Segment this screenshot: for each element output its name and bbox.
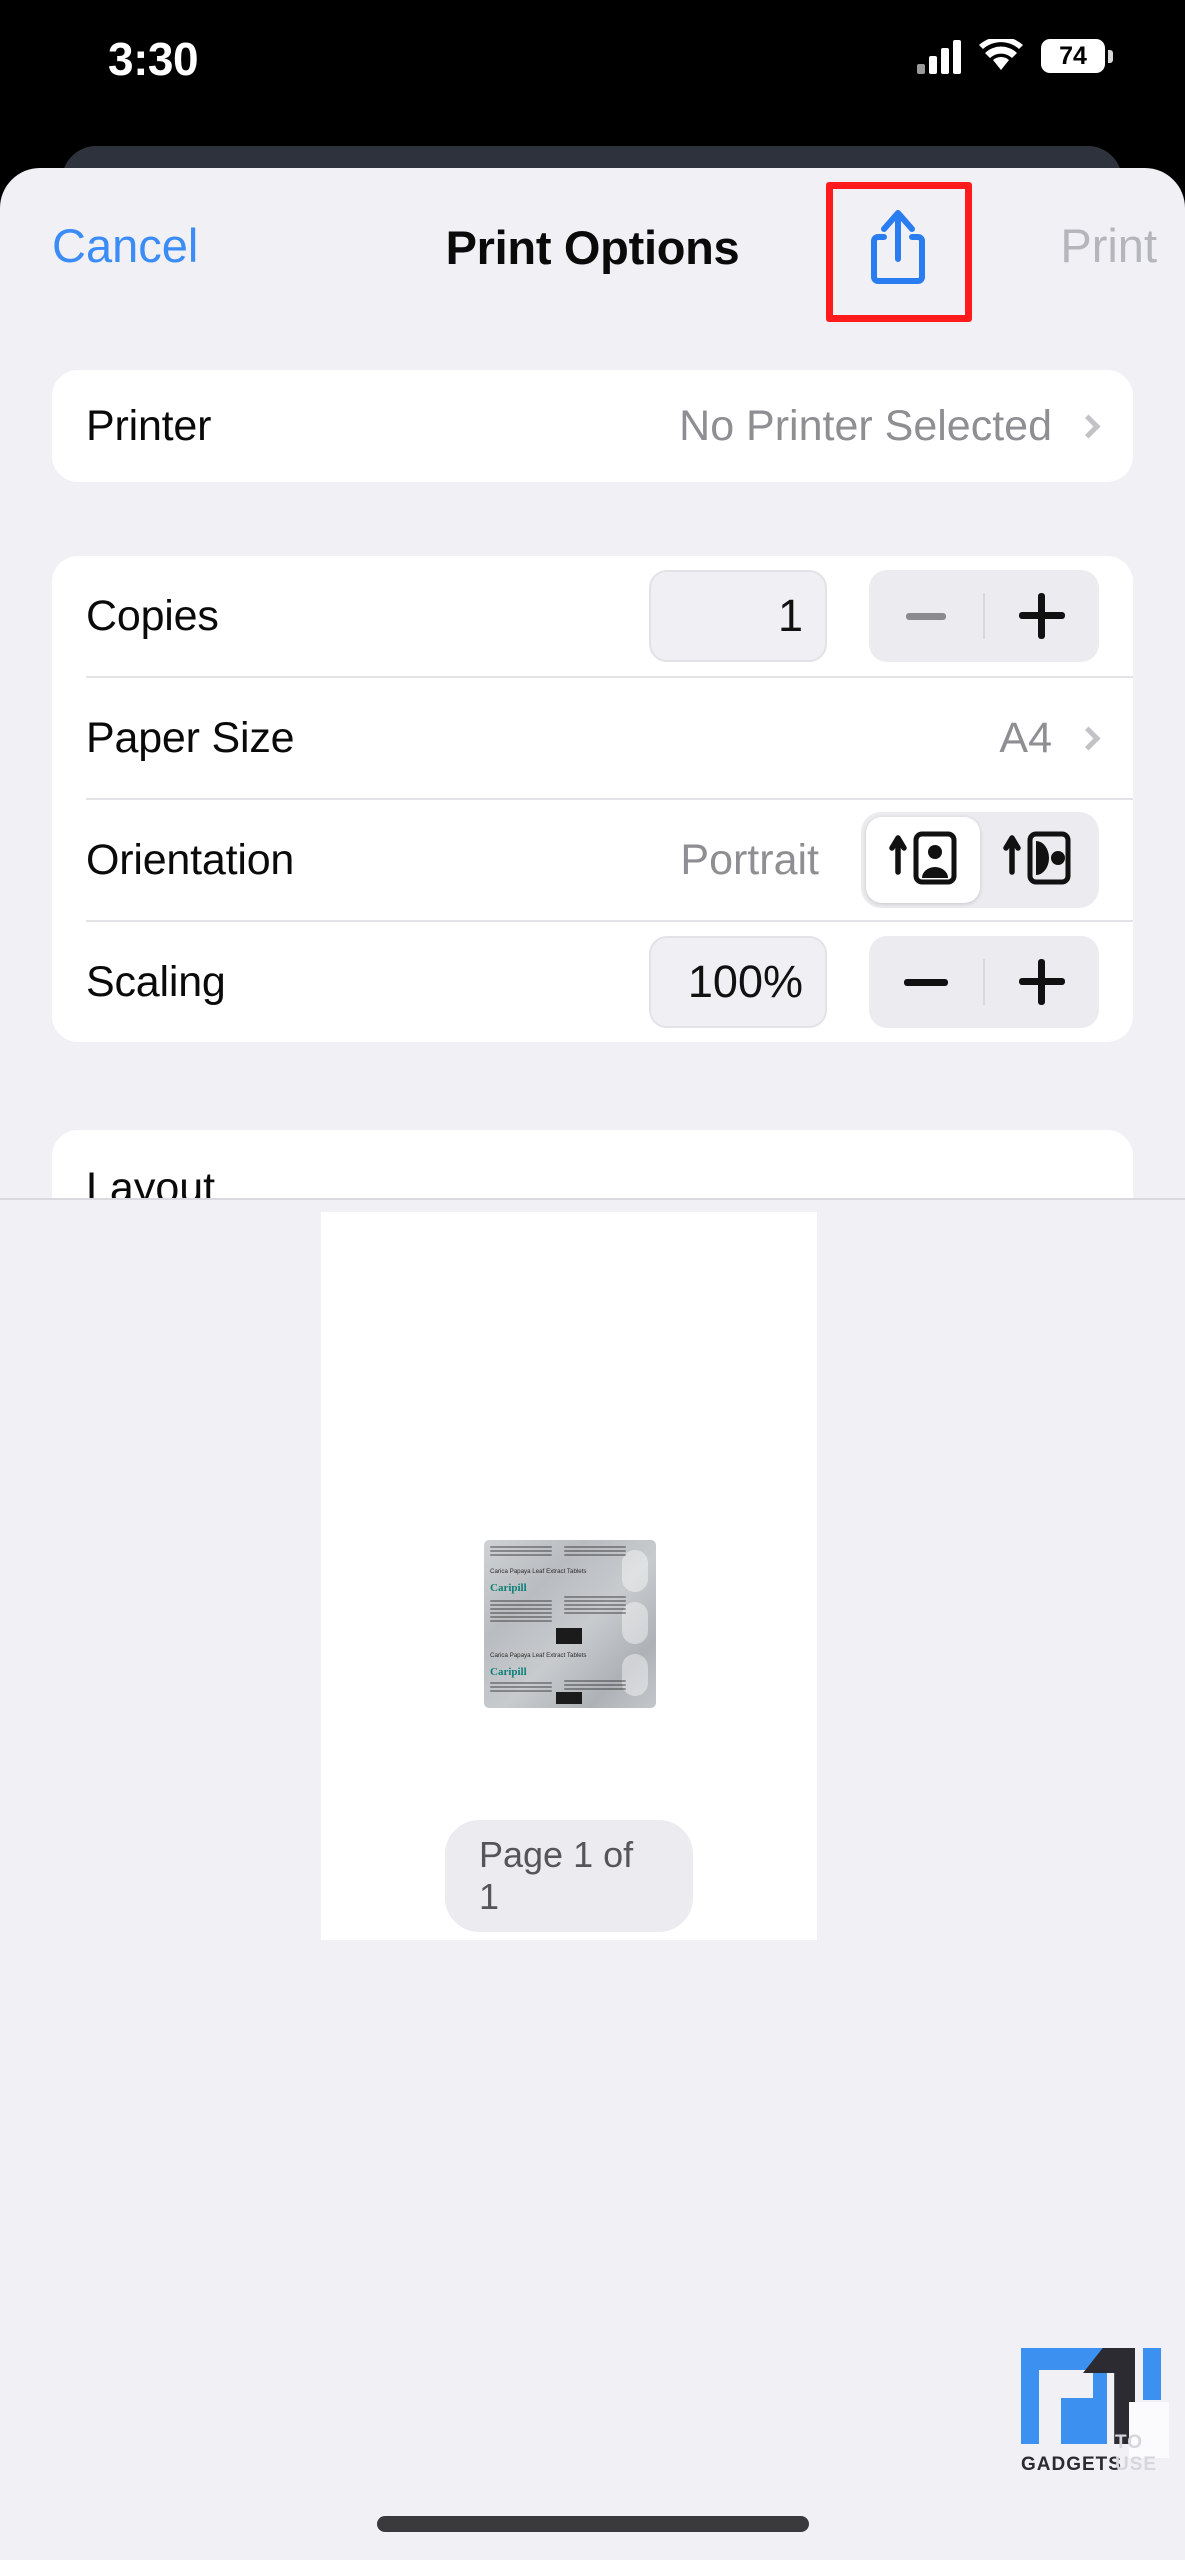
watermark-text: GADGETS xyxy=(1021,2454,1122,2475)
scaling-stepper xyxy=(869,936,1099,1028)
landscape-orientation-icon xyxy=(1000,828,1074,893)
portrait-orientation-icon xyxy=(886,828,960,893)
battery-icon: 74 xyxy=(1041,39,1113,73)
print-preview-area: Carica Papaya Leaf Extract Tablets Carip… xyxy=(0,1200,1185,2560)
landscape-orientation-button[interactable] xyxy=(980,817,1094,903)
orientation-row: Orientation Portrait xyxy=(52,800,1133,920)
thumbnail-product-line: Carica Papaya Leaf Extract Tablets xyxy=(490,1652,587,1659)
watermark-text-secondary: TO USE xyxy=(1115,2432,1158,2475)
cellular-signal-icon xyxy=(917,38,961,74)
plus-icon xyxy=(1019,593,1065,639)
blister-pack-image: Carica Papaya Leaf Extract Tablets Carip… xyxy=(484,1540,656,1708)
gt-logo-icon: GADGETS TO USE xyxy=(1021,2348,1169,2478)
chevron-right-icon xyxy=(1076,413,1101,439)
printer-card: Printer No Printer Selected xyxy=(52,370,1133,482)
copies-increment-button[interactable] xyxy=(985,570,1099,662)
document-thumbnail: Carica Papaya Leaf Extract Tablets Carip… xyxy=(478,1534,660,1712)
portrait-orientation-button[interactable] xyxy=(866,817,980,903)
status-bar: 3:30 74 xyxy=(0,0,1185,132)
paper-size-value: A4 xyxy=(999,713,1052,762)
scaling-decrement-button[interactable] xyxy=(869,936,983,1028)
wifi-icon xyxy=(979,36,1023,73)
preview-page[interactable]: Carica Papaya Leaf Extract Tablets Carip… xyxy=(321,1212,817,1940)
page-indicator-badge: Page 1 of 1 xyxy=(445,1820,693,1932)
print-button[interactable]: Print xyxy=(1060,218,1157,273)
thumbnail-brand: Caripill xyxy=(490,1582,527,1594)
printer-value-group: No Printer Selected xyxy=(679,401,1101,451)
print-options-sheet: Cancel Print Options Print Printer No Pr… xyxy=(0,168,1185,2560)
phone-screen: 3:30 74 Cancel Print Options Print Print… xyxy=(0,0,1185,2560)
printer-label: Printer xyxy=(86,401,212,450)
page-title: Print Options xyxy=(445,221,740,274)
print-settings-card: Copies 1 Paper Size A4 Orientation Portr… xyxy=(52,556,1133,1042)
orientation-controls: Portrait xyxy=(680,812,1099,908)
status-bar-indicators: 74 xyxy=(917,36,1113,74)
logo-g-inner-accent xyxy=(1061,2398,1093,2444)
orientation-segmented-control xyxy=(861,812,1099,908)
thumbnail-product-line: Carica Papaya Leaf Extract Tablets xyxy=(490,1568,587,1575)
copies-label: Copies xyxy=(86,591,219,640)
scaling-row: Scaling 100% xyxy=(52,922,1133,1042)
paper-size-value-group: A4 xyxy=(999,713,1101,763)
scaling-label: Scaling xyxy=(86,957,226,1006)
printer-row[interactable]: Printer No Printer Selected xyxy=(52,370,1133,482)
paper-size-label: Paper Size xyxy=(86,713,295,762)
scaling-increment-button[interactable] xyxy=(985,936,1099,1028)
plus-icon xyxy=(1019,959,1065,1005)
battery-level-text: 74 xyxy=(1059,41,1087,70)
chevron-right-icon xyxy=(1076,725,1101,751)
status-bar-time: 3:30 xyxy=(108,33,199,85)
orientation-label: Orientation xyxy=(86,835,295,884)
scaling-controls: 100% xyxy=(649,936,1099,1028)
logo-bar xyxy=(1143,2348,1161,2400)
scaling-value-field[interactable]: 100% xyxy=(649,936,827,1028)
minus-icon xyxy=(906,612,946,620)
sheet-header: Cancel Print Options Print xyxy=(0,168,1185,322)
copies-value-field[interactable]: 1 xyxy=(649,570,827,662)
copies-controls: 1 xyxy=(649,570,1099,662)
share-icon xyxy=(868,209,928,292)
share-button[interactable] xyxy=(832,186,964,314)
thumbnail-brand: Caripill xyxy=(490,1666,527,1678)
printer-value: No Printer Selected xyxy=(679,401,1052,450)
minus-icon xyxy=(904,978,948,986)
copies-decrement-button[interactable] xyxy=(869,570,983,662)
paper-size-row[interactable]: Paper Size A4 xyxy=(52,678,1133,798)
orientation-value: Portrait xyxy=(680,835,819,884)
copies-row: Copies 1 xyxy=(52,556,1133,676)
home-indicator[interactable] xyxy=(376,2516,809,2532)
copies-stepper xyxy=(869,570,1099,662)
